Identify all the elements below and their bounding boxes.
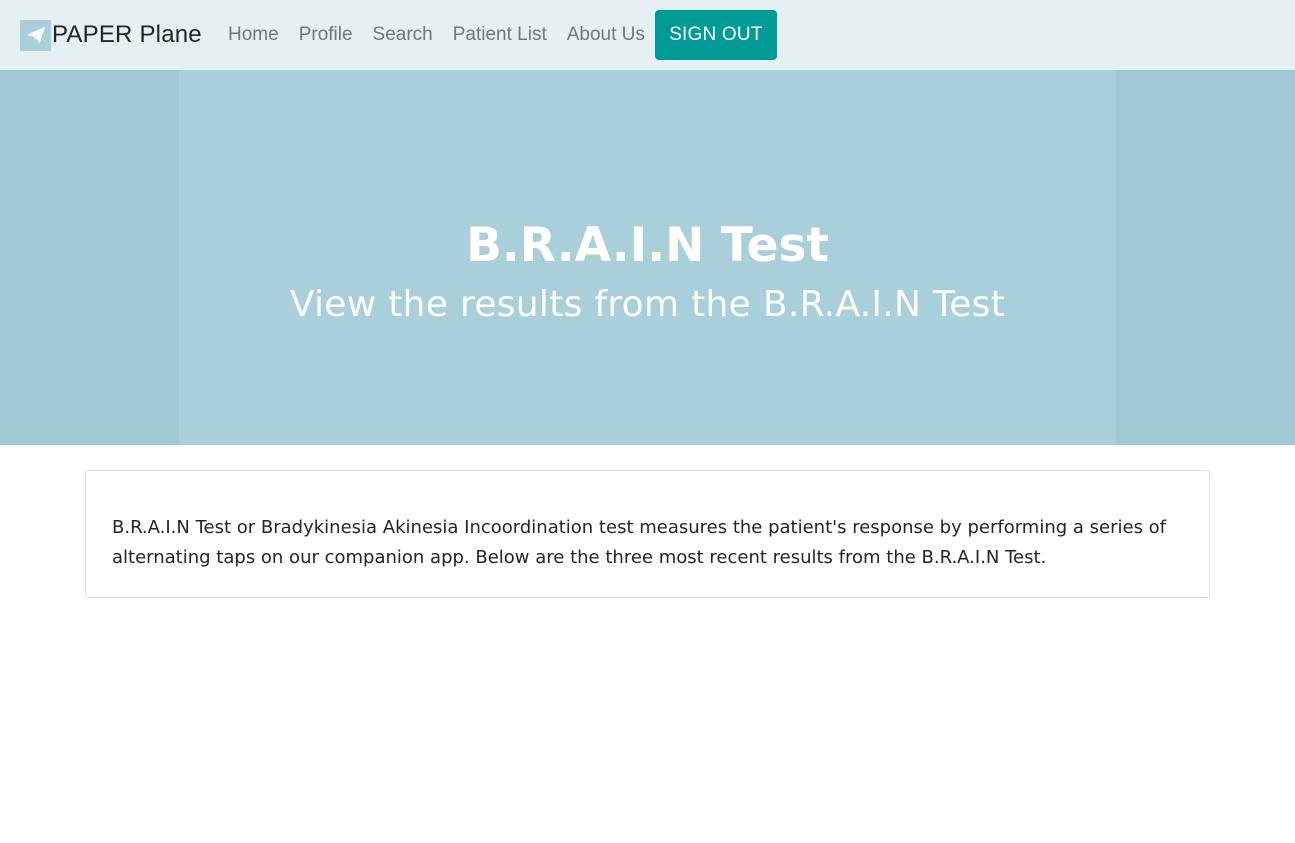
top-navbar: PAPER Plane Home Profile Search Patient … xyxy=(0,0,1295,70)
nav-link-patient-list[interactable]: Patient List xyxy=(443,24,557,46)
sign-out-button[interactable]: SIGN OUT xyxy=(654,10,777,60)
nav-link-about-us[interactable]: About Us xyxy=(557,24,655,46)
hero-image: B.R.A.I.N Test View the results from the… xyxy=(179,70,1116,445)
nav-links: Home Profile Search Patient List About U… xyxy=(218,0,777,70)
hero-subtitle: View the results from the B.R.A.I.N Test xyxy=(289,284,1006,325)
nav-link-home[interactable]: Home xyxy=(218,24,289,46)
hero-title: B.R.A.I.N Test xyxy=(466,218,829,273)
hero-banner: B.R.A.I.N Test View the results from the… xyxy=(0,70,1295,445)
nav-link-profile[interactable]: Profile xyxy=(289,24,363,46)
brand-name: PAPER Plane xyxy=(52,21,202,48)
description-card: B.R.A.I.N Test or Bradykinesia Akinesia … xyxy=(85,470,1210,598)
brand-link[interactable]: PAPER Plane xyxy=(20,0,202,70)
description-text: B.R.A.I.N Test or Bradykinesia Akinesia … xyxy=(112,517,1167,568)
nav-link-search[interactable]: Search xyxy=(363,24,443,46)
paper-plane-icon xyxy=(20,19,51,51)
